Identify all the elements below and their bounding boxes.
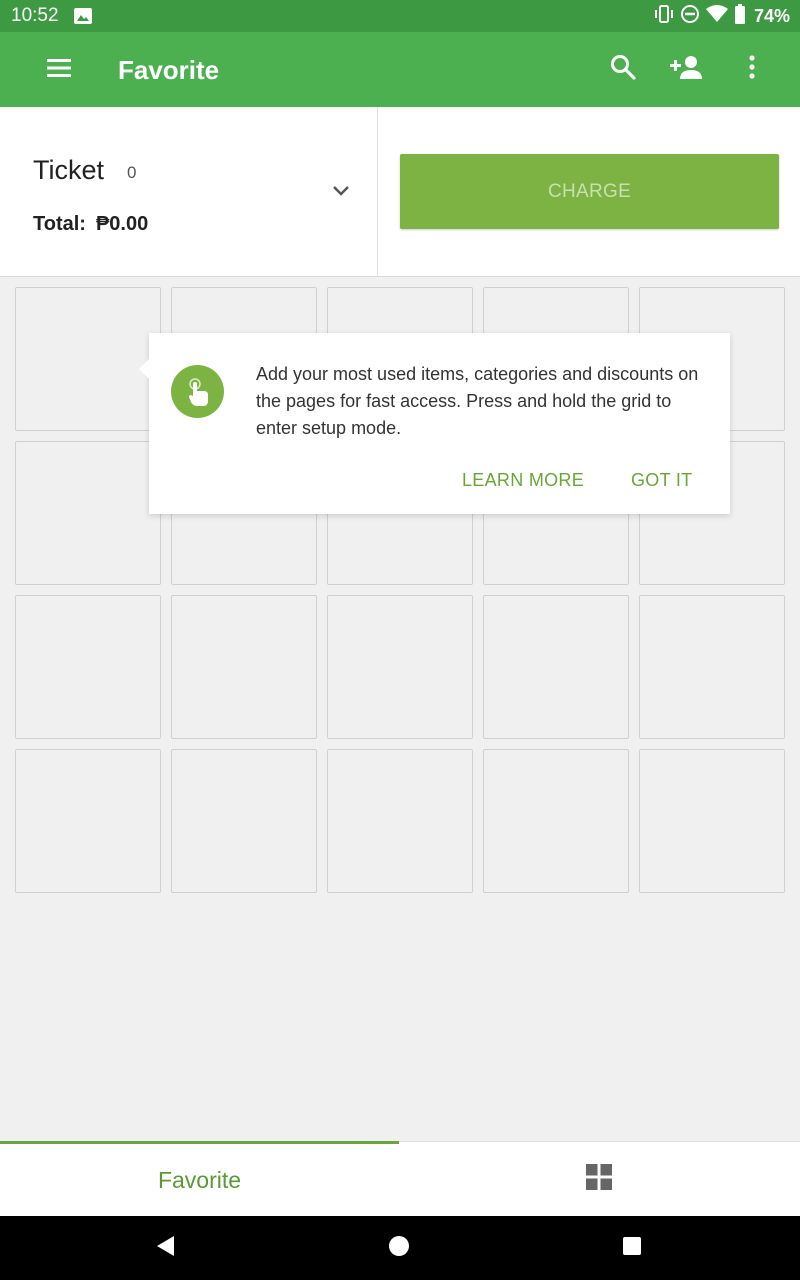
grid-cell[interactable] [171, 749, 317, 893]
total-value: ₱0.00 [95, 213, 149, 235]
chevron-down-icon[interactable] [326, 179, 356, 203]
grid-cell[interactable] [327, 595, 473, 739]
recents-icon [622, 1236, 642, 1261]
page-title: Favorite [118, 55, 220, 85]
more-vert-icon [748, 54, 756, 84]
grid-cell[interactable] [15, 595, 161, 739]
grid-cell[interactable] [483, 749, 629, 893]
tab-favorite-label: Favorite [157, 1166, 242, 1193]
battery-percentage: 74% [753, 6, 790, 26]
ticket-count: 0 [127, 163, 137, 182]
more-options-button[interactable] [727, 44, 777, 94]
menu-button[interactable] [34, 45, 84, 95]
recents-button[interactable] [618, 1234, 646, 1262]
charge-button[interactable]: CHARGE [400, 154, 779, 229]
total-label: Total: [33, 213, 86, 235]
grid-cell[interactable] [327, 749, 473, 893]
do-not-disturb-icon [680, 4, 700, 29]
menu-icon [46, 58, 72, 83]
tooltip-arrow [139, 359, 149, 379]
tooltip-message: Add your most used items, categories and… [256, 364, 699, 438]
back-icon [155, 1235, 175, 1262]
grid-cell[interactable] [15, 749, 161, 893]
app-bar: Favorite [0, 32, 800, 107]
tab-all-items[interactable] [399, 1142, 798, 1217]
home-button[interactable] [385, 1234, 413, 1262]
add-customer-button[interactable] [662, 44, 712, 94]
add-person-icon [670, 55, 704, 84]
tab-favorite[interactable]: Favorite [0, 1141, 399, 1216]
ticket-panel: Ticket 0 Total: ₱0.00 CHARGE [0, 107, 800, 277]
grid-cell[interactable] [483, 595, 629, 739]
got-it-button[interactable]: GOT IT [631, 470, 692, 491]
grid-icon [585, 1164, 612, 1195]
vibrate-icon [654, 5, 674, 28]
battery-icon [734, 4, 746, 29]
grid-cell[interactable] [15, 441, 161, 585]
search-icon [610, 54, 636, 85]
system-nav-bar [0, 1216, 800, 1280]
grid-cell[interactable] [639, 595, 785, 739]
grid-cell[interactable] [171, 595, 317, 739]
home-icon [388, 1235, 410, 1262]
wifi-icon [705, 5, 728, 28]
back-button[interactable] [151, 1234, 179, 1262]
learn-more-button[interactable]: LEARN MORE [462, 470, 584, 491]
onboarding-tooltip: Add your most used items, categories and… [139, 333, 730, 514]
search-button[interactable] [598, 44, 648, 94]
image-icon [74, 8, 92, 24]
ticket-title: Ticket [33, 155, 105, 185]
touch-hand-icon [171, 365, 224, 418]
bottom-tab-bar: Favorite [0, 1141, 800, 1216]
status-time: 10:52 [11, 5, 59, 26]
grid-cell[interactable] [639, 749, 785, 893]
ticket-total: Total: ₱0.00 [33, 213, 148, 236]
status-bar: 10:52 74% [0, 0, 800, 32]
status-icons: 74% [654, 4, 790, 29]
ticket-summary[interactable]: Ticket 0 Total: ₱0.00 [0, 107, 378, 277]
